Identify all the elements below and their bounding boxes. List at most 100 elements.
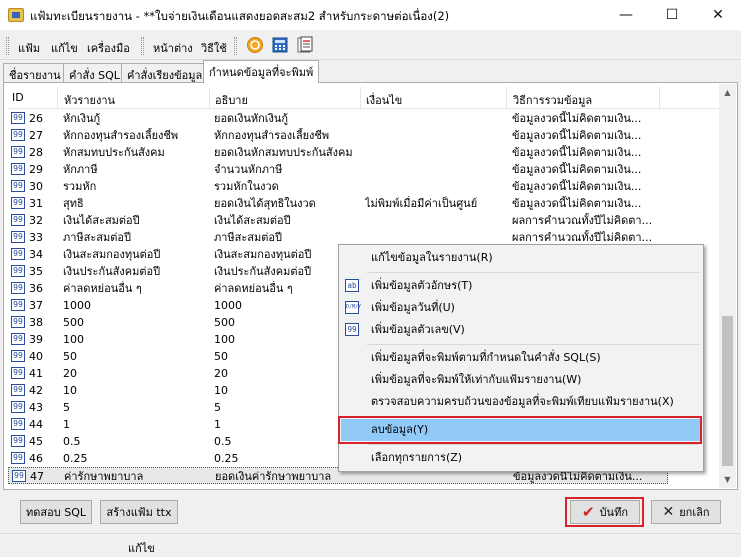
- cell-aggregation: ข้อมูลงวดนี้ไม่คิดตามเงิน...: [512, 146, 642, 159]
- menu-item-add-date[interactable]: D/M/Y เพิ่มข้อมูลวันที่(U): [341, 297, 701, 319]
- calculator-icon[interactable]: [271, 36, 289, 54]
- cell-id: 40: [29, 350, 43, 363]
- cell-title: ค่าลดหย่อนอื่น ๆ: [63, 282, 142, 295]
- menu-item-label: เพิ่มข้อมูลตัวเลข(V): [371, 323, 465, 336]
- cell-id: 38: [29, 316, 43, 329]
- cancel-label: ยกเลิก: [679, 506, 710, 519]
- menu-edit[interactable]: แก้ไข: [51, 39, 78, 57]
- header-condition[interactable]: เงื่อนไข: [366, 91, 402, 109]
- menu-item-verify-completeness[interactable]: ตรวจสอบความครบถ้วนของข้อมูลที่จะพิมพ์เที…: [341, 391, 701, 413]
- text-field-icon: ab: [345, 279, 359, 292]
- cell-title: เงินประกันสังคมต่อปี: [63, 265, 161, 278]
- cell-title: หักเงินกู้: [63, 112, 101, 125]
- menu-item-edit-report-data[interactable]: แก้ไขข้อมูลในรายงาน(R): [341, 247, 701, 269]
- table-row[interactable]: 99 32 เงินได้สะสมต่อปี เงินได้สะสมต่อปี ผลกา…: [8, 212, 668, 229]
- maximize-button[interactable]: ☐: [649, 0, 695, 30]
- number-field-icon: 99: [11, 231, 25, 243]
- cell-id: 28: [29, 146, 43, 159]
- menu-item-label: เลือกทุกรายการ(Z): [371, 451, 463, 464]
- refresh-icon[interactable]: [246, 36, 264, 54]
- scroll-down-arrow[interactable]: ▼: [719, 471, 736, 488]
- number-field-icon: 99: [11, 282, 25, 294]
- cell-title: 100: [63, 333, 84, 346]
- vertical-scrollbar[interactable]: ▲ ▼: [719, 84, 736, 488]
- table-row[interactable]: 99 26 หักเงินกู้ ยอดเงินหักเงินกู้ ข้อมูลงวด…: [8, 110, 668, 127]
- toolbar-grip: [6, 37, 9, 55]
- menu-tools[interactable]: เครื่องมือ: [87, 39, 130, 57]
- cell-aggregation: ข้อมูลงวดนี้ไม่คิดตามเงิน...: [512, 197, 642, 210]
- minimize-button[interactable]: —: [603, 0, 649, 30]
- menu-item-label: เพิ่มข้อมูลวันที่(U): [371, 301, 455, 314]
- cell-id: 34: [29, 248, 43, 261]
- cell-id: 42: [29, 384, 43, 397]
- cancel-button[interactable]: ✕ ยกเลิก: [651, 500, 721, 524]
- cell-title: ค่ารักษาพยาบาล: [64, 470, 144, 483]
- header-id[interactable]: ID: [12, 91, 24, 104]
- menu-item-add-match-report[interactable]: เพิ่มข้อมูลที่จะพิมพ์ให้เท่ากับแฟ้มรายงา…: [341, 369, 701, 391]
- number-field-icon: 99: [11, 401, 25, 413]
- menu-separator: [367, 272, 699, 273]
- menu-item-add-text[interactable]: ab เพิ่มข้อมูลตัวอักษร(T): [341, 275, 701, 297]
- cell-aggregation: ผลการคำนวณทั้งปีไม่คิดตา...: [512, 231, 653, 244]
- menu-separator: [367, 344, 699, 345]
- tab-sql-command[interactable]: คำสั่ง SQL: [63, 63, 126, 82]
- cell-title: หักภาษี: [63, 163, 98, 176]
- tab-print-fields[interactable]: กำหนดข้อมูลที่จะพิมพ์: [203, 60, 320, 83]
- cell-id: 32: [29, 214, 43, 227]
- number-field-icon: 99: [11, 367, 25, 379]
- menu-file[interactable]: แฟ้ม: [18, 39, 40, 57]
- scroll-thumb[interactable]: [722, 316, 733, 466]
- menu-item-select-all[interactable]: เลือกทุกรายการ(Z): [341, 447, 701, 469]
- report-icon[interactable]: [296, 36, 314, 54]
- table-row[interactable]: 99 28 หักสมทบประกันสังคม ยอดเงินหักสมทบประก…: [8, 144, 668, 161]
- cell-title: 10: [63, 384, 77, 397]
- menu-item-add-from-sql[interactable]: เพิ่มข้อมูลที่จะพิมพ์ตามที่กำหนดในคำสั่ง…: [341, 347, 701, 369]
- cell-id: 41: [29, 367, 43, 380]
- tab-report-name[interactable]: ชื่อรายงาน: [3, 63, 67, 82]
- save-label: บันทึก: [599, 506, 628, 519]
- number-field-icon: 99: [11, 435, 25, 447]
- header-description[interactable]: อธิบาย: [215, 91, 248, 109]
- table-row[interactable]: 99 29 หักภาษี จำนวนหักภาษี ข้อมูลงวดนี้ไม่คิ…: [8, 161, 668, 178]
- header-aggregation[interactable]: วิธีการรวมข้อมูล: [513, 91, 592, 109]
- table-row[interactable]: 99 30 รวมหัก รวมหักในงวด ข้อมูลงวดนี้ไม่คิดต…: [8, 178, 668, 195]
- header-divider: [506, 87, 507, 109]
- cell-title: หักสมทบประกันสังคม: [63, 146, 165, 159]
- tab-sort-command[interactable]: คำสั่งเรียงข้อมูล: [121, 63, 209, 82]
- number-field-icon: 99: [11, 452, 25, 464]
- cell-title: เงินสะสมกองทุนต่อปี: [63, 248, 161, 261]
- cell-title: 500: [63, 316, 84, 329]
- number-field-icon: 99: [11, 129, 25, 141]
- number-field-icon: 99: [11, 350, 25, 362]
- test-sql-button[interactable]: ทดสอบ SQL: [20, 500, 92, 524]
- cell-id: 37: [29, 299, 43, 312]
- cell-title: 1: [63, 418, 70, 431]
- create-ttx-button[interactable]: สร้างแฟ้ม ttx: [100, 500, 178, 524]
- cell-id: 44: [29, 418, 43, 431]
- number-field-icon: 99: [11, 333, 25, 345]
- close-button[interactable]: ✕: [695, 0, 741, 30]
- menu-help[interactable]: วิธีใช้: [201, 39, 227, 57]
- cell-id: 39: [29, 333, 43, 346]
- cell-title: เงินได้สะสมต่อปี: [63, 214, 140, 227]
- menu-separator: [367, 444, 699, 445]
- cell-title: 50: [63, 350, 77, 363]
- scroll-up-arrow[interactable]: ▲: [719, 84, 736, 101]
- number-field-icon: 99: [11, 112, 25, 124]
- cell-id: 27: [29, 129, 43, 142]
- save-button[interactable]: ✔ บันทึก: [570, 500, 640, 524]
- number-field-icon: 99: [11, 180, 25, 192]
- table-row[interactable]: 99 31 สุทธิ ยอดเงินได้สุทธิในงวด ไม่พิมพ์เมื…: [8, 195, 668, 212]
- cell-aggregation: ข้อมูลงวดนี้ไม่คิดตามเงิน...: [512, 129, 642, 142]
- cell-title: 5: [63, 401, 70, 414]
- number-field-icon: 99: [11, 146, 25, 158]
- header-divider: [209, 87, 210, 109]
- menu-item-add-number[interactable]: 99 เพิ่มข้อมูลตัวเลข(V): [341, 319, 701, 341]
- number-field-icon: 99: [11, 418, 25, 430]
- menu-window[interactable]: หน้าต่าง: [153, 39, 193, 57]
- number-field-icon: 99: [11, 316, 25, 328]
- cell-id: 36: [29, 282, 43, 295]
- window-title: แฟ้มทะเบียนรายงาน - **ใบจ่ายเงินเดือนแสด…: [30, 9, 450, 23]
- header-title[interactable]: หัวรายงาน: [64, 91, 115, 109]
- table-row[interactable]: 99 27 หักกองทุนสำรองเลี้ยงชีพ หักกองทุนสำรอ…: [8, 127, 668, 144]
